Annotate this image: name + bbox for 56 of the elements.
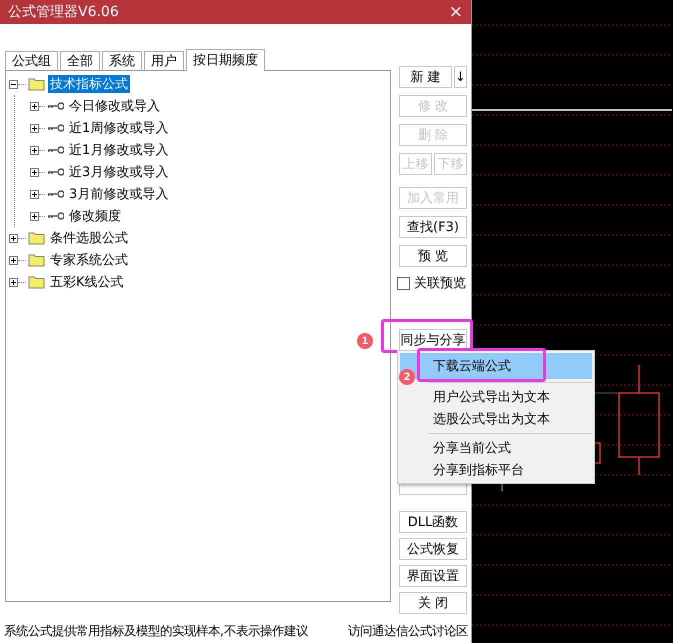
- menu-item[interactable]: 选股公式导出为文本: [400, 408, 592, 430]
- button[interactable]: DLL函数: [399, 511, 467, 533]
- tab[interactable]: 用户: [144, 51, 184, 70]
- menu-item[interactable]: 分享当前公式: [400, 437, 592, 459]
- tree-item[interactable]: 今日修改或导入: [67, 97, 162, 115]
- key-icon: [47, 168, 64, 176]
- expand-icon[interactable]: [30, 212, 39, 220]
- tab[interactable]: 全部: [60, 51, 100, 70]
- key-icon: [47, 102, 64, 110]
- button[interactable]: 查找(F3): [399, 216, 467, 238]
- collapse-icon[interactable]: [9, 80, 18, 88]
- tree-item[interactable]: 专家系统公式: [48, 251, 130, 269]
- tab[interactable]: 按日期频度: [186, 49, 265, 71]
- tree-item[interactable]: 条件选股公式: [48, 229, 130, 247]
- folder-icon: [28, 275, 45, 289]
- checkbox[interactable]: [397, 276, 410, 290]
- tree-item[interactable]: 近1月修改或导入: [67, 141, 170, 159]
- step-badge: 2: [399, 369, 415, 385]
- button[interactable]: 公式恢复: [399, 538, 467, 560]
- button[interactable]: 界面设置: [399, 565, 467, 587]
- expand-icon[interactable]: [9, 278, 18, 286]
- step-badge: 1: [357, 333, 373, 349]
- expand-icon[interactable]: [30, 124, 39, 132]
- tree-item[interactable]: 技术指标公式: [48, 75, 130, 93]
- folder-icon: [28, 253, 45, 267]
- key-icon: [47, 212, 64, 220]
- key-icon: [47, 124, 64, 132]
- forum-link[interactable]: 访问通达信公式讨论区: [348, 623, 468, 640]
- folder-icon: [28, 231, 45, 245]
- tree-item[interactable]: 3月前修改或导入: [67, 185, 170, 203]
- candlestick: [594, 442, 601, 464]
- tree-item[interactable]: 近3月修改或导入: [67, 163, 170, 181]
- expand-icon[interactable]: [9, 256, 18, 264]
- tab[interactable]: 公式组: [5, 51, 58, 70]
- expand-icon[interactable]: [30, 168, 39, 176]
- checkbox-label: 关联预览: [414, 275, 466, 292]
- window-title: 公式管理器V6.06: [8, 3, 119, 21]
- button[interactable]: ↓: [454, 66, 467, 88]
- close-button[interactable]: ×: [448, 2, 463, 22]
- status-text: 系统公式提供常用指标及模型的实现样本,不表示操作建议: [4, 623, 308, 640]
- button[interactable]: 预 览: [399, 245, 467, 267]
- tree-item[interactable]: 修改频度: [67, 207, 123, 225]
- menu-item[interactable]: 用户公式导出为文本: [400, 386, 592, 408]
- expand-icon[interactable]: [30, 102, 39, 110]
- tree-item[interactable]: 近1周修改或导入: [67, 119, 170, 137]
- menu-item[interactable]: 分享到指标平台: [400, 459, 592, 481]
- folder-icon: [28, 77, 45, 91]
- button[interactable]: 关 闭: [399, 592, 467, 614]
- button[interactable]: 新 建: [399, 66, 452, 88]
- tab[interactable]: 系统: [102, 51, 142, 70]
- tree-item[interactable]: 五彩K线公式: [48, 273, 126, 291]
- expand-icon[interactable]: [30, 146, 39, 154]
- expand-icon[interactable]: [9, 234, 18, 242]
- key-icon: [47, 146, 64, 154]
- expand-icon[interactable]: [30, 190, 39, 198]
- key-icon: [47, 190, 64, 198]
